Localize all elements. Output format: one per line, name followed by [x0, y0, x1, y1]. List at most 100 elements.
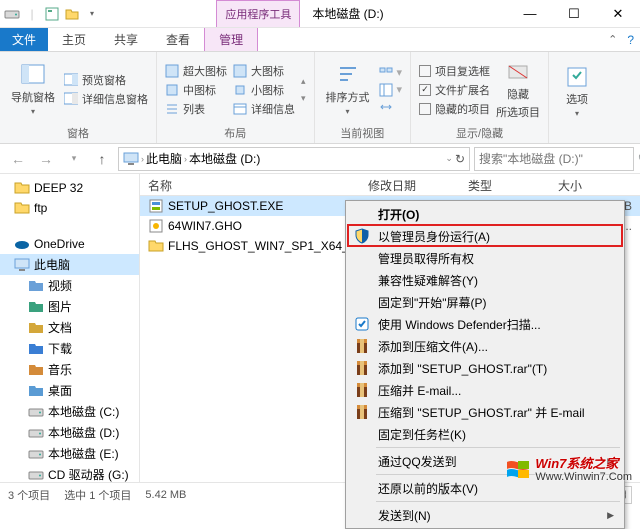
- submenu-arrow-icon: ▶: [607, 510, 614, 521]
- preview-pane-button[interactable]: 预览窗格: [64, 72, 148, 88]
- tab-view[interactable]: 查看: [152, 28, 204, 51]
- context-item-label: 管理员取得所有权: [378, 250, 474, 267]
- tab-manage[interactable]: 管理: [204, 28, 258, 51]
- drive-icon: [4, 6, 20, 22]
- layout-scroll-down[interactable]: ▾: [301, 93, 306, 104]
- tree-item[interactable]: 本地磁盘 (C:): [0, 401, 139, 422]
- layout-m[interactable]: 中图标: [165, 82, 227, 98]
- options-button[interactable]: 选项 ▾: [557, 56, 597, 127]
- context-item-label: 固定到任务栏(K): [378, 426, 466, 443]
- crumb-drive[interactable]: 本地磁盘 (D:): [189, 150, 260, 167]
- col-date[interactable]: 修改日期: [360, 174, 460, 195]
- context-menu-item[interactable]: 打开(O): [348, 203, 622, 225]
- search-input[interactable]: [479, 152, 634, 166]
- tab-file[interactable]: 文件: [0, 28, 48, 51]
- tree-item[interactable]: 图片: [0, 296, 139, 317]
- tab-share[interactable]: 共享: [100, 28, 152, 51]
- tree-item-icon: [14, 236, 30, 252]
- tab-home[interactable]: 主页: [48, 28, 100, 51]
- context-item-label: 添加到 "SETUP_GHOST.rar"(T): [378, 360, 547, 377]
- add-columns-button[interactable]: ▾: [379, 83, 403, 97]
- breadcrumb[interactable]: › 此电脑 › 本地磁盘 (D:) ⌄ ↻: [118, 147, 470, 171]
- crumb-pc[interactable]: 此电脑: [146, 150, 182, 167]
- maximize-button[interactable]: ☐: [552, 0, 596, 27]
- tree-item[interactable]: 此电脑: [0, 254, 139, 275]
- sort-button[interactable]: 排序方式 ▾: [323, 56, 373, 123]
- ribbon-group-currentview: 排序方式 ▾ ▾ ▾ 当前视图: [315, 52, 412, 143]
- new-folder-icon[interactable]: [64, 6, 80, 22]
- size-columns-button[interactable]: [379, 100, 403, 114]
- back-button[interactable]: ←: [6, 147, 30, 171]
- checkbox-item-checkboxes[interactable]: 项目复选框: [419, 63, 490, 79]
- address-dropdown-icon[interactable]: ⌄: [445, 153, 453, 164]
- tree-item[interactable]: 视频: [0, 275, 139, 296]
- layout-list[interactable]: 列表: [165, 101, 227, 117]
- help-icon[interactable]: ?: [627, 33, 634, 47]
- ribbon-group-label: 显示/隐藏: [419, 123, 540, 141]
- checkbox-hidden-items[interactable]: 隐藏的项目: [419, 101, 490, 117]
- pc-icon: [123, 152, 139, 166]
- tree-item[interactable]: DEEP 32: [0, 178, 139, 198]
- ribbon-tabs: 文件 主页 共享 查看 管理 ⌃ ?: [0, 28, 640, 52]
- context-item-label: 发送到(N): [378, 507, 431, 524]
- tree-item-label: DEEP 32: [34, 181, 83, 195]
- nav-pane-button[interactable]: 导航窗格 ▾: [8, 56, 58, 123]
- context-menu-item[interactable]: 管理员取得所有权: [348, 247, 622, 269]
- layout-details[interactable]: 详细信息: [233, 101, 295, 117]
- context-menu-item[interactable]: 固定到"开始"屏幕(P): [348, 291, 622, 313]
- watermark-line2: Www.Winwin7.Com: [535, 471, 632, 483]
- up-button[interactable]: ↑: [90, 147, 114, 171]
- tree-item[interactable]: 下载: [0, 338, 139, 359]
- navigation-tree[interactable]: DEEP 32 ftp OneDrive 此电脑视频图片文档下载音乐桌面本地磁盘 (C…: [0, 174, 140, 482]
- ribbon-collapse-icon[interactable]: ⌃: [608, 33, 617, 46]
- recent-dropdown[interactable]: ▾: [62, 147, 86, 171]
- forward-button[interactable]: →: [34, 147, 58, 171]
- tree-item-label: 此电脑: [34, 256, 70, 273]
- file-icon: [148, 218, 164, 234]
- refresh-icon[interactable]: ↻: [455, 152, 465, 166]
- context-menu-item[interactable]: 以管理员身份运行(A): [348, 225, 622, 247]
- layout-s[interactable]: 小图标: [233, 82, 295, 98]
- context-item-label: 以管理员身份运行(A): [378, 228, 490, 245]
- tree-item[interactable]: 音乐: [0, 359, 139, 380]
- minimize-button[interactable]: —: [508, 0, 552, 27]
- tree-item-icon: [14, 257, 30, 273]
- close-button[interactable]: ✕: [596, 0, 640, 27]
- details-pane-button[interactable]: 详细信息窗格: [64, 91, 148, 107]
- layout-scroll-up[interactable]: ▴: [301, 76, 306, 87]
- tree-item[interactable]: 桌面: [0, 380, 139, 401]
- layout-l[interactable]: 大图标: [233, 63, 295, 79]
- context-menu-item[interactable]: 使用 Windows Defender扫描...: [348, 313, 622, 335]
- tree-item-label: 桌面: [48, 382, 72, 399]
- tree-item[interactable]: ftp: [0, 198, 139, 218]
- tree-item[interactable]: 本地磁盘 (E:): [0, 443, 139, 464]
- checkbox-file-ext[interactable]: ✓文件扩展名: [419, 82, 490, 98]
- tree-item[interactable]: OneDrive: [0, 234, 139, 254]
- status-size: 5.42 MB: [145, 489, 186, 501]
- layout-xl[interactable]: 超大图标: [165, 63, 227, 79]
- tree-item[interactable]: CD 驱动器 (G:): [0, 464, 139, 482]
- context-menu-item[interactable]: 添加到 "SETUP_GHOST.rar"(T): [348, 357, 622, 379]
- context-menu-item[interactable]: 兼容性疑难解答(Y): [348, 269, 622, 291]
- col-type[interactable]: 类型: [460, 174, 550, 195]
- rar-icon: [354, 360, 370, 376]
- context-menu-item[interactable]: 添加到压缩文件(A)...: [348, 335, 622, 357]
- qat-dropdown-icon[interactable]: ▾: [84, 6, 100, 22]
- context-menu-item[interactable]: 固定到任务栏(K): [348, 423, 622, 445]
- hide-selected-button[interactable]: 隐藏 所选项目: [496, 56, 540, 123]
- chevron-right-icon[interactable]: ›: [141, 154, 144, 164]
- context-menu-item[interactable]: 压缩并 E-mail...: [348, 379, 622, 401]
- context-menu-item[interactable]: 压缩到 "SETUP_GHOST.rar" 并 E-mail: [348, 401, 622, 423]
- chevron-right-icon[interactable]: ›: [184, 154, 187, 164]
- col-name[interactable]: 名称: [140, 174, 360, 195]
- search-box[interactable]: 🔍: [474, 147, 634, 171]
- group-by-button[interactable]: ▾: [379, 66, 403, 80]
- tree-item[interactable]: 本地磁盘 (D:): [0, 422, 139, 443]
- properties-icon[interactable]: [44, 6, 60, 22]
- col-size[interactable]: 大小: [550, 174, 640, 195]
- nav-pane-label: 导航窗格: [11, 89, 55, 105]
- tree-item[interactable]: 文档: [0, 317, 139, 338]
- context-menu-item[interactable]: 发送到(N) ▶: [348, 504, 622, 526]
- rar-icon: [354, 338, 370, 354]
- context-item-label: 固定到"开始"屏幕(P): [378, 294, 487, 311]
